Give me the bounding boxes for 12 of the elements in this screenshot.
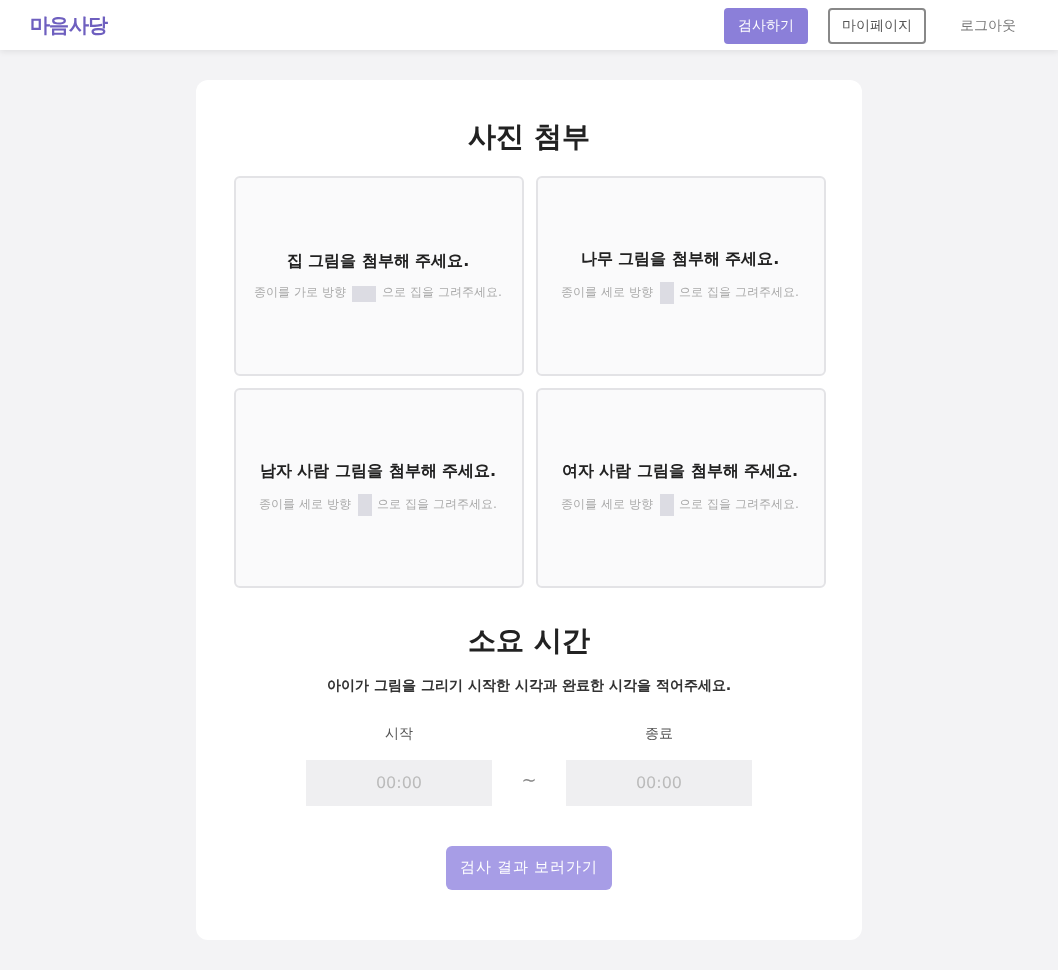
separator: ~	[520, 770, 538, 796]
paper-icon	[659, 282, 674, 304]
upload-title: 나무 그림을 첨부해 주세요.	[580, 248, 780, 270]
paper-icon	[352, 285, 377, 301]
paper-icon	[659, 494, 674, 516]
section-title: 사진 첨부	[468, 120, 590, 156]
section-title: 소요 시간	[468, 624, 590, 660]
paper-icon	[357, 494, 372, 516]
logo[interactable]: 마음사당	[30, 11, 108, 39]
upload-title: 남자 사람 그림을 첨부해 주세요.	[259, 460, 497, 482]
upload-title: 집 그림을 첨부해 주세요.	[286, 250, 470, 272]
upload-title: 여자 사람 그림을 첨부해 주세요.	[561, 460, 799, 482]
